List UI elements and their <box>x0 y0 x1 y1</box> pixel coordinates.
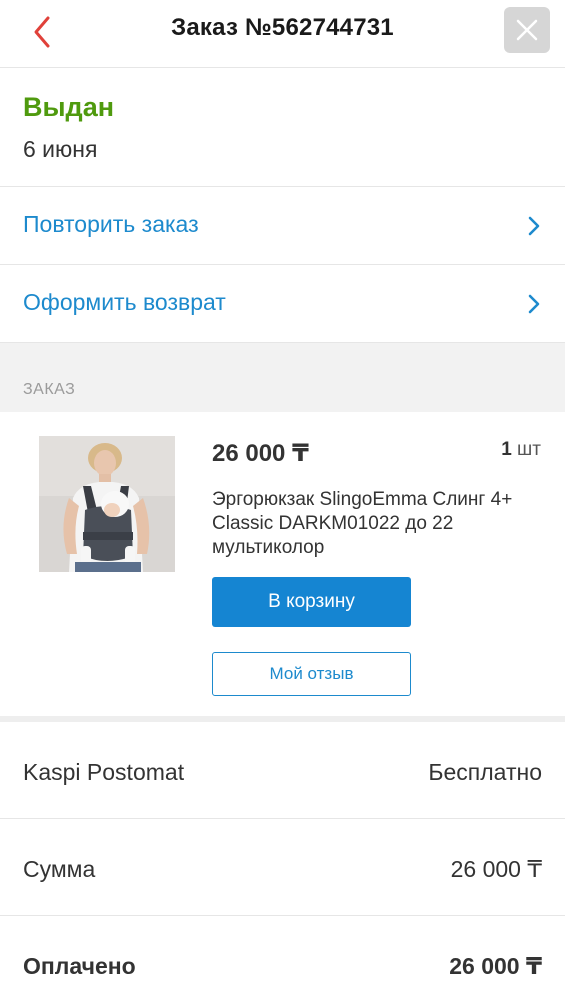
quantity-unit: шт <box>517 439 541 460</box>
add-to-cart-button[interactable]: В корзину <box>212 577 411 627</box>
product-quantity: 1 шт <box>501 439 541 461</box>
close-icon <box>516 19 538 41</box>
order-status-block: Выдан 6 июня <box>0 68 565 187</box>
delivery-row: Kaspi Postomat Бесплатно <box>0 722 565 819</box>
status-date: 6 июня <box>23 136 98 162</box>
repeat-order-row[interactable]: Повторить заказ <box>0 187 565 265</box>
paid-value: 26 000 ₸ <box>449 953 542 979</box>
order-section-title: ЗАКАЗ <box>23 381 76 398</box>
repeat-order-label: Повторить заказ <box>23 211 199 237</box>
return-order-label: Оформить возврат <box>23 289 226 315</box>
product-image[interactable] <box>39 436 175 572</box>
sum-row: Сумма 26 000 ₸ <box>0 819 565 916</box>
delivery-cost: Бесплатно <box>428 759 542 785</box>
order-section-header: ЗАКАЗ <box>0 343 565 412</box>
page-title: Заказ №562744731 <box>171 14 394 41</box>
top-bar: Заказ №562744731 <box>0 0 565 68</box>
product-price: 26 000 ₸ <box>212 440 309 467</box>
quantity-number: 1 <box>501 439 512 460</box>
chevron-right-icon <box>528 216 540 236</box>
return-order-row[interactable]: Оформить возврат <box>0 265 565 343</box>
delivery-method: Kaspi Postomat <box>23 759 185 785</box>
my-review-button[interactable]: Мой отзыв <box>212 652 411 696</box>
sum-label: Сумма <box>23 856 96 882</box>
paid-label: Оплачено <box>23 953 136 979</box>
sum-value: 26 000 ₸ <box>450 856 542 882</box>
close-button[interactable] <box>504 7 550 53</box>
product-card: 26 000 ₸ 1 шт Эргорюкзак SlingoEmma Слин… <box>0 412 565 716</box>
product-name[interactable]: Эргорюкзак SlingoEmma Слинг 4+ Classic D… <box>212 488 532 560</box>
status-label: Выдан <box>23 92 115 122</box>
chevron-right-icon <box>528 294 540 314</box>
paid-row: Оплачено 26 000 ₸ <box>0 916 565 1000</box>
